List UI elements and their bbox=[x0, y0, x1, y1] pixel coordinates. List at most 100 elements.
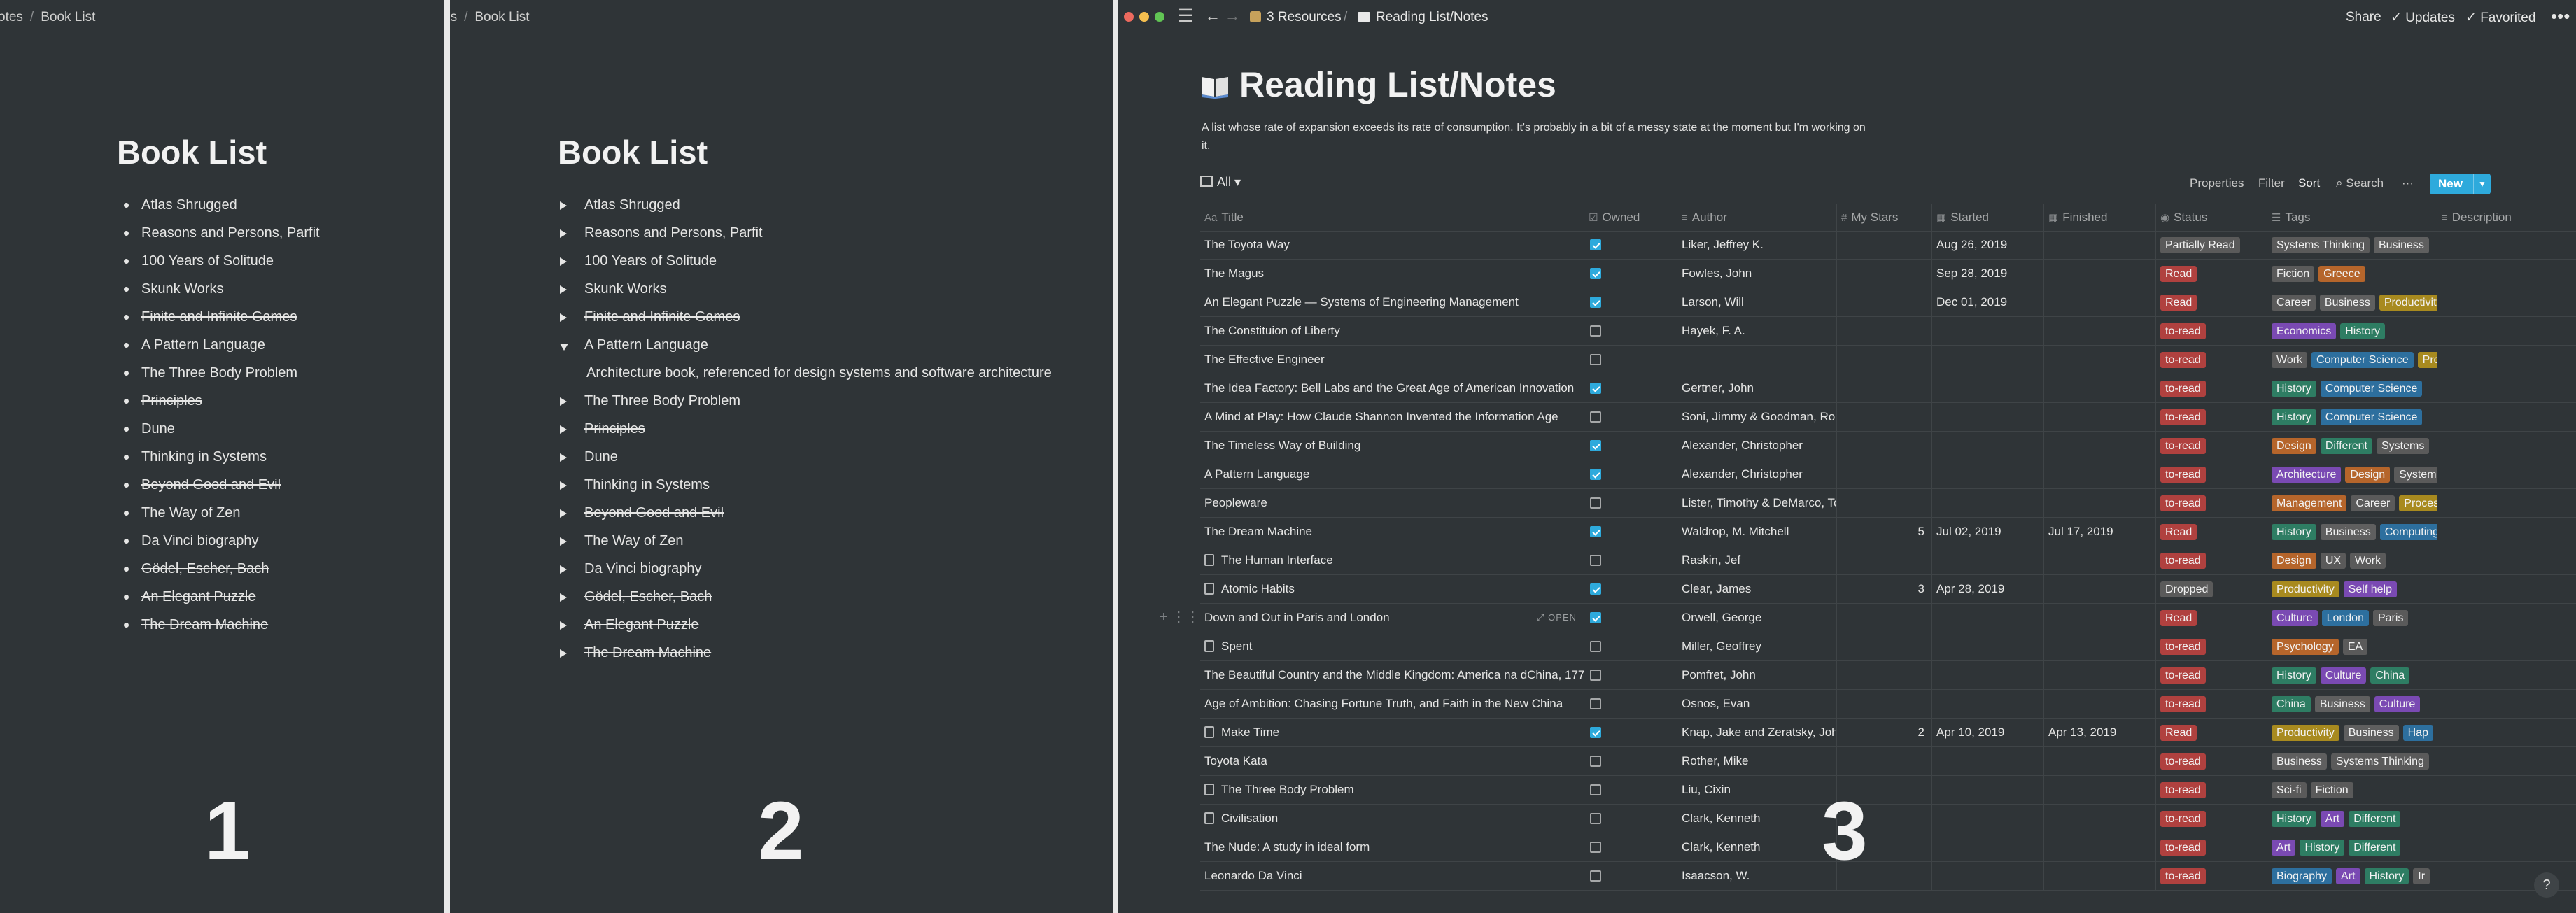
owned-checkbox[interactable] bbox=[1590, 611, 1601, 623]
column-header-author[interactable]: ≡ Author bbox=[1677, 204, 1837, 231]
cell-tags[interactable]: History Culture China bbox=[2267, 660, 2437, 689]
cell-description[interactable] bbox=[2437, 833, 2576, 861]
cell-started[interactable] bbox=[1932, 632, 2044, 660]
toggle-closed-icon[interactable] bbox=[560, 425, 567, 434]
cell-description[interactable] bbox=[2437, 431, 2576, 460]
cell-stars[interactable] bbox=[1837, 746, 1932, 775]
toggle-closed-icon[interactable] bbox=[560, 453, 567, 462]
cell-status[interactable]: Read bbox=[2156, 718, 2267, 746]
cell-title[interactable]: Peopleware bbox=[1200, 488, 1584, 517]
cell-tags[interactable]: History Computer Science bbox=[2267, 402, 2437, 431]
cell-status[interactable]: Partially Read bbox=[2156, 230, 2267, 259]
cell-owned[interactable] bbox=[1584, 259, 1677, 288]
cell-title[interactable]: The Timeless Way of Building bbox=[1200, 431, 1584, 460]
cell-owned[interactable] bbox=[1584, 603, 1677, 632]
list-item[interactable]: Finite and Infinite Games bbox=[123, 306, 320, 334]
toggle-item[interactable]: A Pattern Language bbox=[560, 334, 1052, 362]
cell-author[interactable]: Liu, Cixin bbox=[1677, 775, 1837, 804]
cell-status[interactable]: Read bbox=[2156, 288, 2267, 316]
list-item[interactable]: A Pattern Language bbox=[123, 334, 320, 362]
more-options-icon[interactable]: ••• bbox=[2551, 6, 2570, 27]
column-header-description[interactable]: ≡ Description bbox=[2437, 204, 2576, 231]
list-item[interactable]: The Dream Machine bbox=[123, 614, 320, 642]
cell-author[interactable]: Orwell, George bbox=[1677, 603, 1837, 632]
properties-button[interactable]: Properties bbox=[2190, 176, 2244, 190]
minimize-window-button[interactable] bbox=[1139, 12, 1149, 22]
cell-owned[interactable] bbox=[1584, 632, 1677, 660]
cell-description[interactable] bbox=[2437, 689, 2576, 718]
cell-finished[interactable] bbox=[2044, 746, 2156, 775]
list-item[interactable]: An Elegant Puzzle bbox=[123, 586, 320, 614]
cell-status[interactable]: to-read bbox=[2156, 488, 2267, 517]
cell-started[interactable] bbox=[1932, 804, 2044, 833]
cell-stars[interactable] bbox=[1837, 288, 1932, 316]
owned-checkbox[interactable] bbox=[1590, 353, 1601, 365]
cell-stars[interactable] bbox=[1837, 632, 1932, 660]
cell-author[interactable]: Waldrop, M. Mitchell bbox=[1677, 517, 1837, 546]
cell-status[interactable]: to-read bbox=[2156, 431, 2267, 460]
cell-finished[interactable] bbox=[2044, 775, 2156, 804]
cell-author[interactable] bbox=[1677, 345, 1837, 374]
cell-description[interactable] bbox=[2437, 316, 2576, 345]
column-header-stars[interactable]: # My Stars bbox=[1837, 204, 1932, 231]
cell-title[interactable]: Atomic Habits bbox=[1200, 574, 1584, 603]
owned-checkbox[interactable] bbox=[1590, 812, 1601, 824]
cell-tags[interactable]: Systems Thinking Business bbox=[2267, 230, 2437, 259]
column-header-owned[interactable]: ☑ Owned bbox=[1584, 204, 1677, 231]
new-record-button[interactable]: New ▼ bbox=[2430, 174, 2491, 194]
cell-finished[interactable] bbox=[2044, 689, 2156, 718]
cell-title[interactable]: A Mind at Play: How Claude Shannon Inven… bbox=[1200, 402, 1584, 431]
cell-status[interactable]: to-read bbox=[2156, 861, 2267, 890]
cell-started[interactable] bbox=[1932, 546, 2044, 574]
list-item[interactable]: Gödel, Escher, Bach bbox=[123, 558, 320, 586]
column-header-title[interactable]: Aa Title bbox=[1200, 204, 1584, 231]
cell-started[interactable] bbox=[1932, 345, 2044, 374]
toggle-item[interactable]: Dune bbox=[560, 446, 1052, 474]
toggle-closed-icon[interactable] bbox=[560, 621, 567, 630]
cell-description[interactable] bbox=[2437, 345, 2576, 374]
cell-title[interactable]: A Pattern Language bbox=[1200, 460, 1584, 488]
cell-tags[interactable]: ArchitectureDesignSystems bbox=[2267, 460, 2437, 488]
cell-author[interactable]: Clear, James bbox=[1677, 574, 1837, 603]
toggle-closed-icon[interactable] bbox=[560, 565, 567, 574]
cell-stars[interactable] bbox=[1837, 689, 1932, 718]
cell-title[interactable]: Toyota Kata bbox=[1200, 746, 1584, 775]
toggle-closed-icon[interactable] bbox=[560, 509, 567, 518]
cell-description[interactable] bbox=[2437, 546, 2576, 574]
owned-checkbox[interactable] bbox=[1590, 239, 1601, 250]
owned-checkbox[interactable] bbox=[1590, 784, 1601, 795]
breadcrumb-page[interactable]: Reading List/Notes bbox=[1358, 10, 1488, 25]
owned-checkbox[interactable] bbox=[1590, 841, 1601, 853]
cell-description[interactable] bbox=[2437, 374, 2576, 402]
cell-title[interactable]: The Human Interface bbox=[1200, 546, 1584, 574]
toggle-item[interactable]: Reasons and Persons, Parfit bbox=[560, 222, 1052, 250]
cell-author[interactable]: Fowles, John bbox=[1677, 259, 1837, 288]
column-header-tags[interactable]: ☰ Tags bbox=[2267, 204, 2437, 231]
cell-author[interactable]: Isaacson, W. bbox=[1677, 861, 1837, 890]
chevron-down-icon[interactable]: ▼ bbox=[2473, 174, 2491, 194]
toggle-item[interactable]: Principles bbox=[560, 418, 1052, 446]
cell-owned[interactable] bbox=[1584, 804, 1677, 833]
cell-status[interactable]: to-read bbox=[2156, 833, 2267, 861]
cell-stars[interactable] bbox=[1837, 316, 1932, 345]
view-selector[interactable]: All ▾ bbox=[1200, 175, 1241, 190]
cell-finished[interactable] bbox=[2044, 460, 2156, 488]
owned-checkbox[interactable] bbox=[1590, 870, 1601, 882]
toggle-item[interactable]: The Dream Machine bbox=[560, 642, 1052, 670]
back-arrow-icon[interactable]: ← bbox=[1205, 7, 1220, 25]
cell-title[interactable]: The Nude: A study in ideal form bbox=[1200, 833, 1584, 861]
cell-finished[interactable]: Apr 13, 2019 bbox=[2044, 718, 2156, 746]
cell-finished[interactable] bbox=[2044, 374, 2156, 402]
cell-started[interactable] bbox=[1932, 460, 2044, 488]
cell-description[interactable] bbox=[2437, 718, 2576, 746]
cell-title[interactable]: Civilisation bbox=[1200, 804, 1584, 833]
cell-owned[interactable] bbox=[1584, 488, 1677, 517]
cell-started[interactable] bbox=[1932, 689, 2044, 718]
toggle-closed-icon[interactable] bbox=[560, 313, 567, 322]
cell-stars[interactable] bbox=[1837, 488, 1932, 517]
cell-status[interactable]: to-read bbox=[2156, 804, 2267, 833]
toggle-closed-icon[interactable] bbox=[560, 201, 567, 210]
cell-description[interactable] bbox=[2437, 259, 2576, 288]
toggle-closed-icon[interactable] bbox=[560, 537, 567, 546]
cell-title[interactable]: The Magus bbox=[1200, 259, 1584, 288]
